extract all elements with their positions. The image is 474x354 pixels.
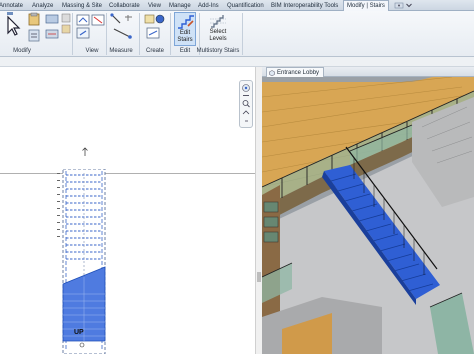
paste-clipboard-icon[interactable] [27, 12, 41, 26]
ribbon-panel: Modify View Measure Create Edit Stairs E… [0, 11, 474, 57]
edit-stairs-label-2: Stairs [177, 37, 193, 43]
select-levels-icon [210, 15, 226, 28]
group-label-view: View [85, 48, 99, 54]
stair-plan[interactable] [58, 169, 110, 354]
measure-icon[interactable] [110, 13, 138, 43]
3d-view-icon [269, 70, 275, 76]
cope-icon[interactable] [45, 28, 59, 40]
zoom-icon [242, 84, 250, 122]
join-icon[interactable] [45, 13, 59, 25]
group-label-multistory-stairs: Multistory Stairs [196, 48, 240, 54]
chevron-down-icon[interactable] [405, 0, 413, 11]
ribbon-tab-bar: Annotate Analyze Massing & Site Collabor… [0, 0, 474, 12]
edit-stairs-button[interactable]: Edit Stairs [174, 12, 196, 46]
navigation-bar[interactable] [239, 80, 253, 128]
group-separator [242, 13, 243, 55]
edit-stairs-label-1: Edit [179, 30, 191, 36]
view-tab-entrance-lobby[interactable]: Entrance Lobby [266, 67, 325, 77]
up-arrow-icon [82, 147, 88, 156]
tab-manage[interactable]: Manage [166, 1, 194, 11]
group-separator [139, 13, 140, 55]
paste-icon[interactable] [7, 12, 13, 16]
group-label-modify: Modify [13, 48, 31, 54]
riser-tick-labels [57, 173, 60, 237]
level-line [0, 173, 255, 174]
view-tab-bar: Entrance Lobby [262, 67, 474, 77]
select-levels-label-2: Levels [209, 36, 227, 42]
stair-up-label: UP [74, 329, 84, 336]
modify-arrow-icon[interactable] [4, 15, 24, 37]
cut-icon[interactable] [27, 28, 41, 42]
tab-massing-site[interactable]: Massing & Site [59, 1, 105, 11]
group-label-create: Create [145, 48, 164, 54]
plan-vertical-scrollbar[interactable] [255, 67, 262, 354]
tab-add-ins[interactable]: Add-Ins [195, 1, 222, 11]
edit-stairs-icon [178, 15, 194, 29]
tab-annotate[interactable]: Annotate [0, 1, 26, 11]
plan-view[interactable]: UP [0, 67, 262, 354]
tab-view[interactable]: View [145, 1, 164, 11]
tab-quantification[interactable]: Quantification [224, 1, 267, 11]
group-separator [72, 13, 73, 55]
3d-view[interactable] [262, 67, 474, 354]
tab-bim-interoperability[interactable]: BIM Interoperability Tools [268, 1, 341, 11]
group-separator [170, 13, 171, 55]
select-levels-label-1: Select [209, 29, 227, 35]
view-tab-label: Entrance Lobby [277, 70, 320, 76]
hide-in-view-icon[interactable] [76, 13, 106, 43]
group-label-measure: Measure [109, 48, 133, 54]
create-icon[interactable] [143, 13, 169, 43]
options-icon[interactable] [394, 0, 404, 11]
geometry-icon[interactable] [61, 13, 71, 41]
tab-collaborate[interactable]: Collaborate [106, 1, 143, 11]
select-levels-button[interactable]: Select Levels [206, 12, 230, 46]
scrollbar-thumb[interactable] [257, 272, 261, 282]
tab-analyze[interactable]: Analyze [29, 1, 56, 11]
options-bar [0, 57, 474, 67]
